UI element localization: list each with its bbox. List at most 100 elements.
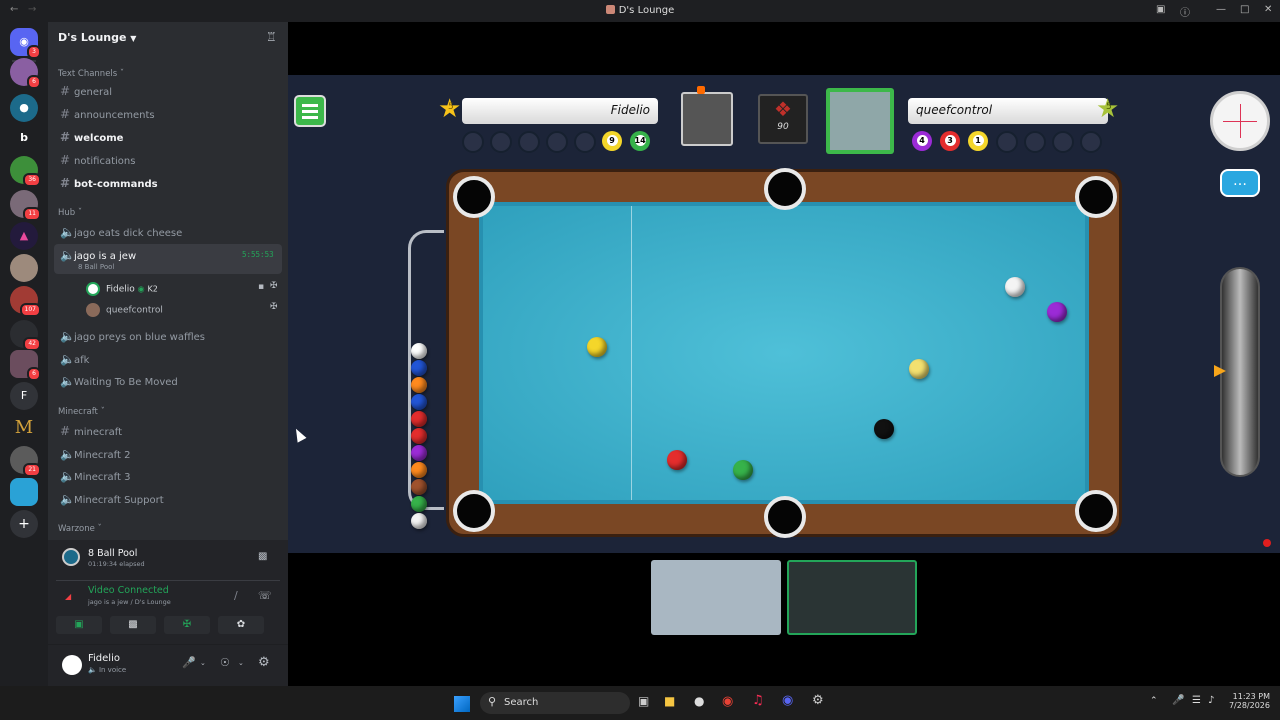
channel-notifications[interactable]: # notifications: [60, 153, 135, 167]
activity-elapsed: 01:19:34 elapsed: [88, 560, 145, 568]
windows-start-icon[interactable]: [454, 696, 470, 712]
server-icon-m[interactable]: M: [10, 414, 38, 442]
server-icon-4[interactable]: 11: [10, 190, 41, 221]
server-icon-8[interactable]: 42: [10, 320, 41, 351]
head-string-line: [631, 206, 632, 500]
headphones-icon[interactable]: ☉: [220, 656, 230, 669]
server-icon-11[interactable]: [10, 478, 38, 506]
player1-avatar: [681, 92, 733, 146]
voice-user-queefcontrol[interactable]: queefcontrol: [86, 303, 163, 317]
app-taskbar-icon[interactable]: ⚙: [812, 693, 824, 708]
channel-announcements[interactable]: # announcements: [60, 107, 155, 121]
activity-icon: ✠: [270, 302, 278, 312]
category-minecraft[interactable]: Minecraft ˇ: [58, 407, 105, 417]
voice-channel-minecraft-3[interactable]: 🔈Minecraft 3: [60, 469, 130, 483]
music-app-icon[interactable]: ♫: [752, 693, 764, 708]
activities-button[interactable]: ✠: [164, 616, 210, 634]
user-avatar[interactable]: [62, 655, 82, 675]
server-badge: 6: [27, 75, 41, 89]
voice-channel-3[interactable]: 🔈jago preys on blue waffles: [60, 329, 205, 343]
channel-general[interactable]: # general: [60, 84, 112, 98]
voice-user-fidelio[interactable]: Fidelio ◉ K2: [86, 282, 158, 296]
empty-ball-slot: [462, 131, 484, 153]
server-icon-7[interactable]: 107: [10, 286, 41, 317]
table-felt[interactable]: [479, 202, 1089, 504]
channel-welcome[interactable]: # welcome: [60, 130, 123, 144]
video-tile-fidelio[interactable]: [787, 560, 917, 635]
category-warzone[interactable]: Warzone ˇ: [58, 524, 102, 534]
voice-channel-afk[interactable]: 🔈afk: [60, 352, 89, 366]
volume-icon[interactable]: ♪: [1208, 695, 1214, 706]
voice-channel-minecraft-support[interactable]: 🔈Minecraft Support: [60, 492, 164, 506]
video-tile-queefcontrol[interactable]: [651, 560, 781, 635]
voice-channel-1[interactable]: 🔈jago eats dick cheese: [60, 225, 182, 239]
file-explorer-icon[interactable]: ■: [664, 694, 675, 708]
chevron-down-icon[interactable]: ⌄: [238, 659, 244, 667]
minimize-icon[interactable]: —: [1216, 4, 1226, 15]
tray-chevron-icon[interactable]: ⌃: [1150, 696, 1158, 706]
category-text-channels[interactable]: Text Channels ˇ: [58, 69, 124, 79]
server-icon-3[interactable]: 36: [10, 156, 41, 187]
voice-status[interactable]: Video Connected: [88, 585, 169, 596]
search-box[interactable]: ⚲ Search: [480, 692, 630, 714]
8-ball-pool-server-icon[interactable]: ●: [10, 94, 38, 122]
chevron-down-icon[interactable]: ⌄: [200, 659, 206, 667]
empty-ball-slot: [1024, 131, 1046, 153]
help-icon[interactable]: ⓘ: [1180, 4, 1190, 19]
discord-home-icon[interactable]: ◉ 3: [10, 28, 41, 59]
server-icon-b[interactable]: b: [10, 124, 38, 152]
add-server-icon[interactable]: +: [10, 510, 38, 538]
empty-ball-slot: [518, 131, 540, 153]
activity-icon: ✠: [270, 281, 278, 291]
power-indicator-icon[interactable]: [1214, 365, 1226, 377]
channel-bot-commands[interactable]: # bot-commands: [60, 176, 158, 190]
channel-minecraft[interactable]: # minecraft: [60, 424, 122, 438]
game-canvas[interactable]: ★ 5 Fidelio 9 14 ❖ 90 queefcontrol ★ 5 4 3 1 …: [288, 75, 1280, 553]
soundboard-button[interactable]: ✿: [218, 616, 264, 634]
camera-button[interactable]: ▣: [56, 616, 102, 634]
maximize-icon[interactable]: □: [1240, 4, 1249, 15]
disconnect-icon[interactable]: ☏: [258, 589, 272, 602]
inbox-icon[interactable]: ▣: [1156, 4, 1165, 15]
noise-suppression-icon[interactable]: ∕: [234, 589, 238, 602]
category-label: Minecraft: [58, 407, 98, 417]
voice-channel-minecraft-2[interactable]: 🔈Minecraft 2: [60, 447, 130, 461]
speaker-icon: 🔈: [60, 329, 75, 343]
server-icon-f[interactable]: F: [10, 382, 38, 410]
speaker-icon: 🔈: [60, 352, 75, 366]
pocketed-ball: 4: [912, 131, 932, 151]
pocket-bottom-middle: [764, 496, 806, 538]
channel-label: Minecraft 3: [74, 472, 131, 483]
voice-channel-waiting[interactable]: 🔈Waiting To Be Moved: [60, 374, 178, 388]
chrome-icon[interactable]: ◉: [722, 694, 733, 709]
server-icon-1[interactable]: 6: [10, 58, 41, 89]
clock[interactable]: 11:23 PM 7/28/2026: [1226, 692, 1270, 710]
invite-member-icon[interactable]: ♖: [266, 30, 277, 44]
close-icon[interactable]: ✕: [1264, 4, 1272, 15]
server-icon-10[interactable]: 21: [10, 446, 41, 477]
discord-taskbar-icon[interactable]: ◉: [782, 693, 793, 708]
screen-share-button[interactable]: ▩: [110, 616, 156, 634]
task-view-icon[interactable]: ▣: [638, 694, 649, 708]
category-hub[interactable]: Hub ˇ: [58, 208, 82, 218]
settings-gear-icon[interactable]: ⚙: [258, 655, 270, 670]
server-icon-5[interactable]: ▲: [10, 222, 38, 250]
menu-list-icon[interactable]: [294, 95, 326, 127]
activity-options-icon[interactable]: ▩: [258, 551, 267, 562]
tray-mic-icon[interactable]: 🎤: [1172, 695, 1184, 706]
chevron-down-icon: ▼: [130, 34, 137, 43]
pin-app-icon[interactable]: ●: [694, 694, 704, 708]
recording-dot-icon: [1263, 539, 1271, 547]
server-icon-6[interactable]: [10, 254, 38, 282]
nitro-icon: ◉: [137, 284, 145, 294]
voice-channel-jago-is-a-jew[interactable]: 🔈jago is a jew: [60, 248, 136, 262]
power-meter[interactable]: [1220, 267, 1260, 477]
guild-header[interactable]: D's Lounge ▼: [58, 31, 136, 44]
aim-spin-icon[interactable]: [1210, 91, 1270, 151]
chat-bubble-icon[interactable]: …: [1220, 169, 1260, 197]
wifi-icon[interactable]: ☰: [1192, 695, 1201, 706]
server-icon-9[interactable]: 6: [10, 350, 41, 381]
cue-ball[interactable]: [1005, 277, 1025, 297]
channel-label: jago is a jew: [74, 251, 137, 262]
microphone-icon[interactable]: 🎤: [182, 656, 196, 669]
